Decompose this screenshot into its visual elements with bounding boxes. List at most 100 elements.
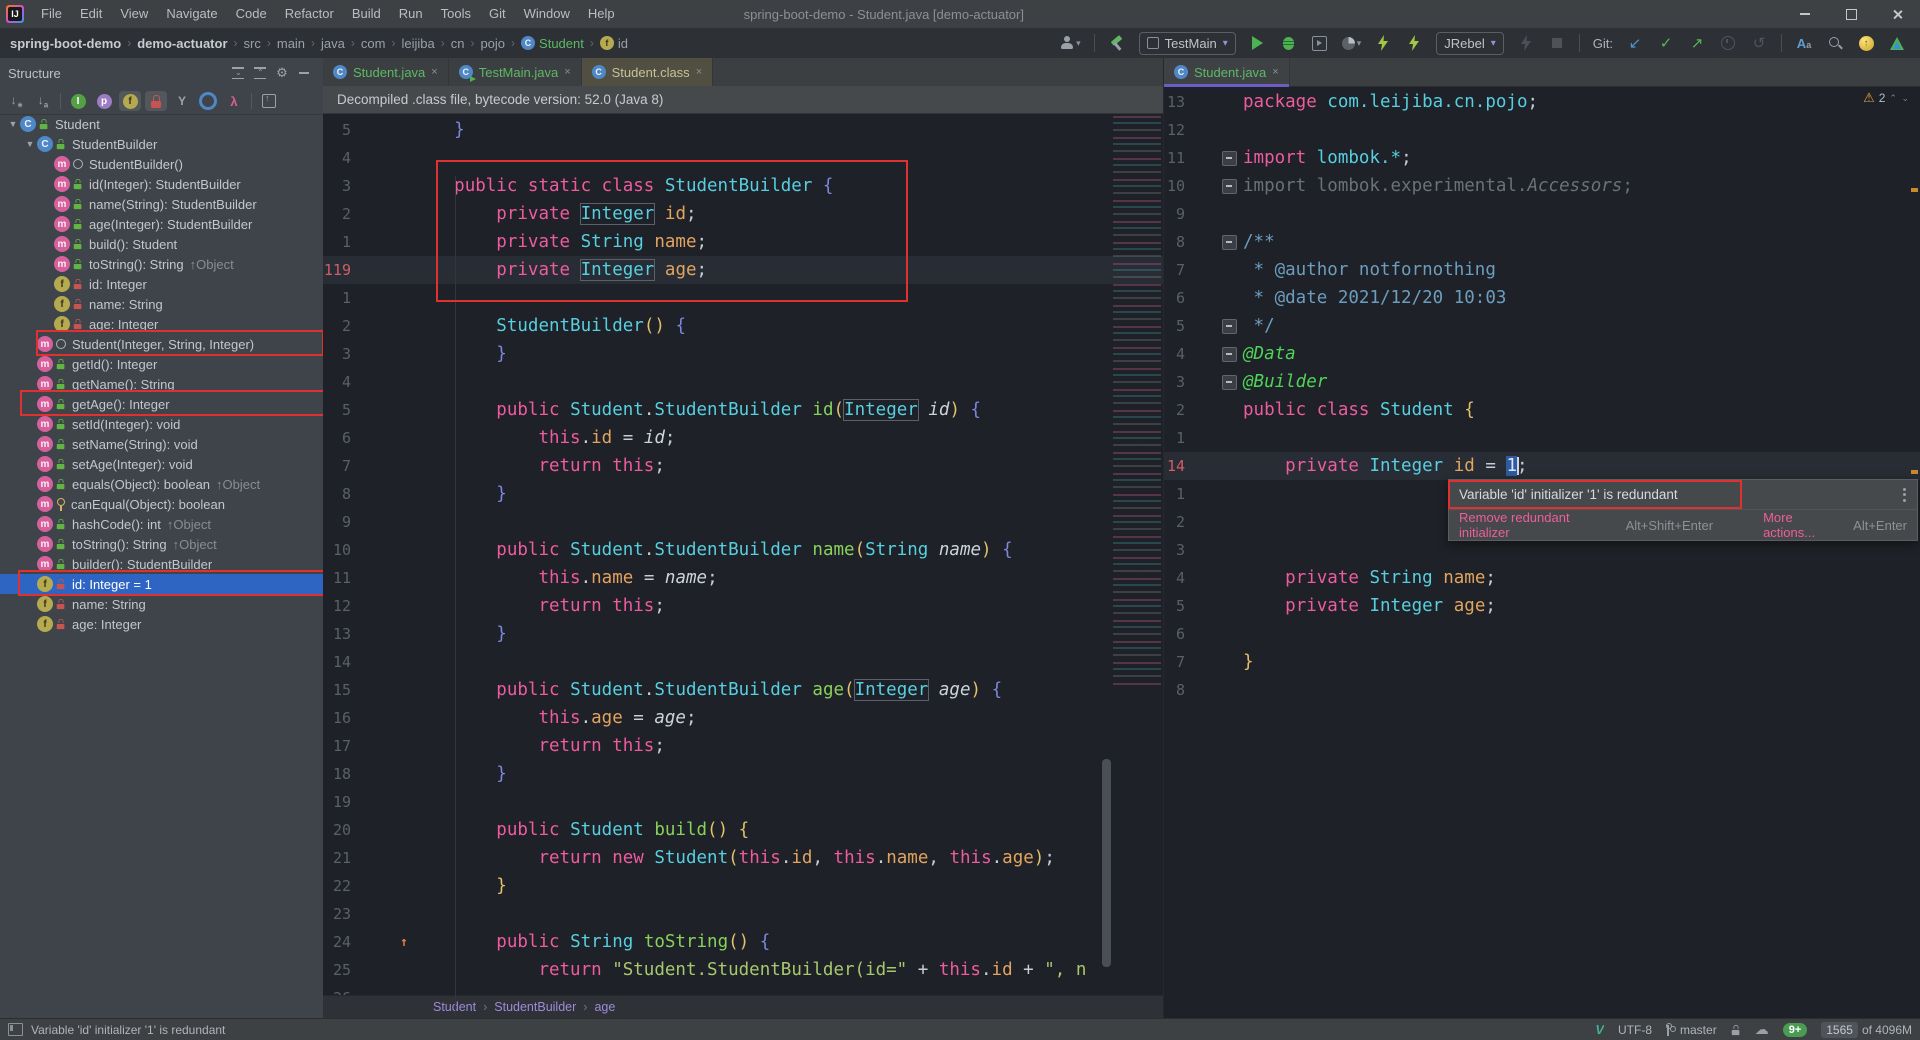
chevron-down-icon[interactable]: ▼: [23, 139, 37, 149]
left-tab-TestMain.java[interactable]: CTestMain.java×: [449, 58, 582, 86]
code-line[interactable]: 3 public static class StudentBuilder {: [323, 172, 1163, 200]
tree-item[interactable]: mequals(Object): boolean↑Object: [0, 474, 323, 494]
line-number[interactable]: 1: [1164, 429, 1193, 447]
breadcrumb-item-id[interactable]: fid: [600, 36, 628, 51]
kebab-menu-icon[interactable]: [1903, 488, 1907, 502]
filter-Y-button[interactable]: Y: [171, 91, 193, 111]
tree-item[interactable]: msetAge(Integer): void: [0, 454, 323, 474]
code-line[interactable]: 4@Data: [1164, 340, 1920, 368]
line-number[interactable]: 2: [323, 317, 359, 335]
notifications-badge[interactable]: 9+: [1783, 1023, 1808, 1037]
code-line[interactable]: 7 return this;: [323, 452, 1163, 480]
fold-icon[interactable]: [1222, 235, 1237, 250]
line-number[interactable]: 21: [323, 849, 359, 867]
code-line[interactable]: 16 this.age = age;: [323, 704, 1163, 732]
close-icon[interactable]: ×: [696, 66, 702, 78]
git-commit-button[interactable]: ✓: [1657, 32, 1675, 54]
line-number[interactable]: 12: [1164, 121, 1193, 139]
line-number[interactable]: 23: [323, 905, 359, 923]
line-number[interactable]: 119: [323, 261, 359, 279]
line-number[interactable]: 8: [323, 485, 359, 503]
code-line[interactable]: 12 return this;: [323, 592, 1163, 620]
menu-view[interactable]: View: [111, 0, 157, 28]
coverage-button[interactable]: [1311, 32, 1329, 54]
memory-indicator[interactable]: 1565 of 4096M: [1821, 1022, 1912, 1038]
more-actions-link[interactable]: More actions...: [1763, 510, 1845, 540]
line-number[interactable]: 14: [1164, 457, 1193, 475]
line-number[interactable]: 18: [323, 765, 359, 783]
breadcrumb-item-cn[interactable]: cn: [451, 36, 465, 51]
filter-f-button[interactable]: f: [119, 91, 141, 111]
line-number[interactable]: 4: [1164, 345, 1193, 363]
minimap[interactable]: [1113, 116, 1161, 688]
breadcrumb-item-src[interactable]: src: [244, 36, 261, 51]
code-line[interactable]: 10 public Student.StudentBuilder name(St…: [323, 536, 1163, 564]
tree-item[interactable]: ▼CStudentBuilder: [0, 134, 323, 154]
code-line[interactable]: 3 }: [323, 340, 1163, 368]
right-tab-Student.java[interactable]: CStudent.java×: [1164, 58, 1290, 86]
tree-item[interactable]: mgetId(): Integer: [0, 354, 323, 374]
tree-item[interactable]: mhashCode(): int↑Object: [0, 514, 323, 534]
lock-icon[interactable]: [1731, 1024, 1740, 1034]
jrebel-debug-button[interactable]: [1405, 32, 1423, 54]
git-push-button[interactable]: ↗: [1688, 32, 1706, 54]
tree-item[interactable]: mtoString(): String↑Object: [0, 534, 323, 554]
breadcrumb-item-demo-actuator[interactable]: demo-actuator: [137, 36, 227, 51]
override-arrow-icon[interactable]: ↑: [400, 935, 408, 950]
line-number[interactable]: 3: [1164, 373, 1193, 391]
code-line[interactable]: 11 this.name = name;: [323, 564, 1163, 592]
code-line[interactable]: 17 return this;: [323, 732, 1163, 760]
code-line[interactable]: 10import lombok.experimental.Accessors;: [1164, 172, 1920, 200]
code-line[interactable]: 19: [323, 788, 1163, 816]
plugin-button[interactable]: [1888, 32, 1906, 54]
code-line[interactable]: 25 return "Student.StudentBuilder(id=" +…: [323, 956, 1163, 984]
tree-item[interactable]: msetId(Integer): void: [0, 414, 323, 434]
line-number[interactable]: 7: [1164, 653, 1193, 671]
line-number[interactable]: 1: [323, 233, 359, 251]
line-number[interactable]: 4: [1164, 569, 1193, 587]
collapse-all-button[interactable]: ⌃: [249, 63, 271, 83]
fold-icon[interactable]: [1222, 375, 1237, 390]
toolwindow-toggle-icon[interactable]: [8, 1023, 23, 1036]
line-number[interactable]: 3: [1164, 541, 1193, 559]
line-number[interactable]: 25: [323, 961, 359, 979]
fold-icon[interactable]: [1222, 319, 1237, 334]
warning-stripe-mark[interactable]: [1911, 470, 1918, 474]
menu-git[interactable]: Git: [480, 0, 515, 28]
breadcrumb-item-leijiba[interactable]: leijiba: [401, 36, 434, 51]
tree-item[interactable]: fname: String: [0, 594, 323, 614]
filter-lock-button[interactable]: [145, 91, 167, 111]
code-line[interactable]: 12: [1164, 116, 1920, 144]
menu-file[interactable]: File: [32, 0, 71, 28]
code-line[interactable]: 6: [1164, 620, 1920, 648]
tree-item[interactable]: fid: Integer = 1: [0, 574, 323, 594]
menu-edit[interactable]: Edit: [71, 0, 111, 28]
line-number[interactable]: 13: [323, 625, 359, 643]
code-line[interactable]: 4 private String name;: [1164, 564, 1920, 592]
line-number[interactable]: 6: [1164, 289, 1193, 307]
line-number[interactable]: 3: [323, 345, 359, 363]
right-code-editor[interactable]: 13package com.leijiba.cn.pojo;1211import…: [1164, 86, 1920, 1018]
code-line[interactable]: 23: [323, 900, 1163, 928]
code-line[interactable]: 2public class Student {: [1164, 396, 1920, 424]
line-number[interactable]: 8: [1164, 681, 1193, 699]
v-plugin-icon[interactable]: V: [1595, 1022, 1604, 1037]
line-number[interactable]: 5: [1164, 597, 1193, 615]
line-number[interactable]: 6: [1164, 625, 1193, 643]
rerun-button-disabled[interactable]: [1517, 32, 1535, 54]
menu-build[interactable]: Build: [343, 0, 390, 28]
code-line[interactable]: 1: [1164, 424, 1920, 452]
fold-icon[interactable]: [1222, 179, 1237, 194]
tree-item[interactable]: mage(Integer): StudentBuilder: [0, 214, 323, 234]
tree-item[interactable]: ▼CStudent: [0, 114, 323, 134]
editor-breadcrumb-item-StudentBuilder[interactable]: StudentBuilder: [494, 1000, 576, 1014]
line-number[interactable]: 10: [323, 541, 359, 559]
tree-item[interactable]: fid: Integer: [0, 274, 323, 294]
line-number[interactable]: 15: [323, 681, 359, 699]
line-number[interactable]: 22: [323, 877, 359, 895]
menu-run[interactable]: Run: [390, 0, 432, 28]
debug-button[interactable]: [1280, 32, 1298, 54]
tree-item[interactable]: mStudent(Integer, String, Integer): [0, 334, 323, 354]
code-line[interactable]: 5 }: [323, 116, 1163, 144]
code-line[interactable]: 13 }: [323, 620, 1163, 648]
